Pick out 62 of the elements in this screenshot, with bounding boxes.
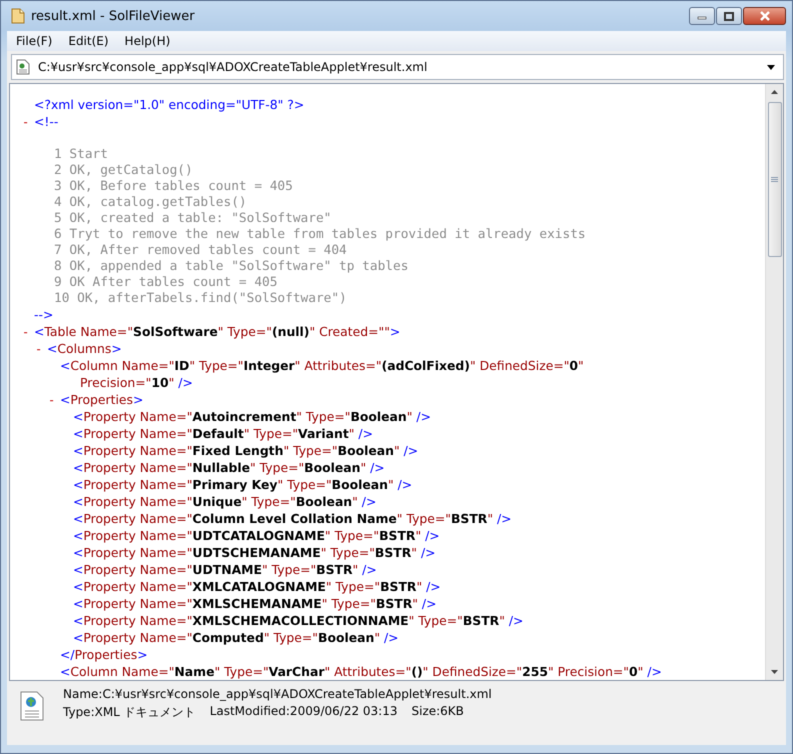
- close-icon: [758, 11, 770, 21]
- xml-line: <Property Name="Fixed Length" Type="Boolean" />: [73, 443, 418, 458]
- comment-line: 5 OK, created a table: "SolSoftware": [53, 210, 332, 226]
- xml-line: <Property Name="UDTCATALOGNAME" Type="BSTR" />: [73, 528, 440, 543]
- grip-icon: [771, 176, 778, 182]
- xml-line: <Property Name="XMLSCHEMANAME" Type="BSTR" />: [73, 596, 436, 611]
- xml-line: -->: [34, 307, 54, 322]
- xml-line: </Properties>: [60, 647, 148, 662]
- xml-line: <Column Name="ID" Type="Integer" Attributes="(adColFixed)" DefinedSize="0": [60, 358, 584, 373]
- xml-line: <Property Name="Unique" Type="Boolean" />: [73, 494, 376, 509]
- maximize-button[interactable]: [716, 7, 742, 25]
- xml-document-icon: [19, 691, 45, 721]
- collapse-toggle[interactable]: -: [35, 342, 42, 356]
- collapse-toggle[interactable]: -: [48, 392, 56, 406]
- xml-line: <Column Name="Name" Type="VarChar" Attributes="()" DefinedSize="255" Precision="0" />: [60, 664, 662, 679]
- xml-line: <Property Name="XMLSCHEMACOLLECTIONNAME" Type="BSTR" />: [73, 613, 524, 628]
- xml-line: <Property Name="Default" Type="Variant" />: [73, 426, 373, 441]
- comment-line: 8 OK, appended a table "SolSoftware" tp tables: [53, 258, 408, 274]
- xml-line: <Property Name="Computed" Type="Boolean" />: [73, 630, 399, 645]
- xml-line: <Properties>: [60, 392, 144, 407]
- comment-line: 2 OK, getCatalog(): [53, 162, 193, 178]
- file-name-text: Name:C:¥usr¥src¥console_app¥sql¥ADOXCreateTableApplet¥result.xml: [63, 687, 492, 701]
- comment-line: 6 Tryt to remove the new table from tables provided it already exists: [53, 226, 586, 242]
- collapse-toggle[interactable]: -: [22, 114, 30, 128]
- xml-line: <Property Name="XMLCATALOGNAME" Type="BSTR" />: [73, 579, 441, 594]
- collapse-toggle[interactable]: -: [22, 324, 30, 338]
- comment-line: 1 Start: [53, 146, 108, 162]
- xml-line: <Table Name="SolSoftware" Type="(null)" Created="">: [34, 324, 400, 339]
- path-text: C:¥usr¥src¥console_app¥sql¥ADOXCreateTableApplet¥result.xml: [38, 60, 428, 74]
- comment-line: 3 OK, Before tables count = 405: [53, 178, 293, 194]
- xml-line: <!--: [34, 114, 58, 129]
- minimize-button[interactable]: [689, 7, 715, 25]
- comment-line: 7 OK, After removed tables count = 404: [53, 242, 347, 258]
- menu-item[interactable]: File(F): [9, 33, 60, 49]
- file-size-text: Size:6KB: [412, 704, 464, 720]
- dropdown-caret-icon: [767, 64, 775, 70]
- xml-line: <Property Name="UDTNAME" Type="BSTR" />: [73, 562, 377, 577]
- window-title: result.xml - SolFileViewer: [31, 8, 195, 24]
- xml-line: <Property Name="Column Level Collation Name" Type="BSTR" />: [73, 511, 512, 526]
- menu-item[interactable]: Help(H): [118, 33, 178, 49]
- path-combobox[interactable]: C:¥usr¥src¥console_app¥sql¥ADOXCreateTableApplet¥result.xml: [11, 54, 784, 80]
- comment-line: 9 OK After tables count = 405: [53, 274, 278, 290]
- xml-line: <Property Name="Autoincrement" Type="Boolean" />: [73, 409, 431, 424]
- vertical-scrollbar[interactable]: [765, 84, 783, 680]
- file-type-text: Type:XML ドキュメント: [63, 704, 196, 721]
- comment-line: 10 OK, afterTabels.find("SolSoftware"): [53, 290, 347, 306]
- xml-line: Precision="10" />: [79, 375, 193, 390]
- last-modified-text: LastModified:2009/06/22 03:13: [210, 704, 398, 720]
- menu-item[interactable]: Edit(E): [61, 33, 116, 49]
- xml-line: <Property Name="UDTSCHEMANAME" Type="BSTR" />: [73, 545, 436, 560]
- close-button[interactable]: [743, 7, 786, 25]
- xml-line: <Property Name="Nullable" Type="Boolean" />: [73, 460, 385, 475]
- xml-line: <Property Name="Primary Key" Type="Boolean" />: [73, 477, 412, 492]
- scroll-up-icon[interactable]: [771, 90, 778, 94]
- xml-line: <?xml version="1.0" encoding="UTF-8" ?>: [34, 97, 304, 112]
- comment-line: 4 OK, catalog.getTables(): [53, 194, 247, 210]
- xml-line: <Columns>: [47, 341, 122, 356]
- scrollbar-thumb[interactable]: [768, 102, 782, 257]
- maximize-icon: [724, 12, 734, 20]
- xml-file-icon: [16, 59, 30, 75]
- document-icon: [11, 8, 25, 24]
- scroll-down-icon[interactable]: [771, 670, 778, 674]
